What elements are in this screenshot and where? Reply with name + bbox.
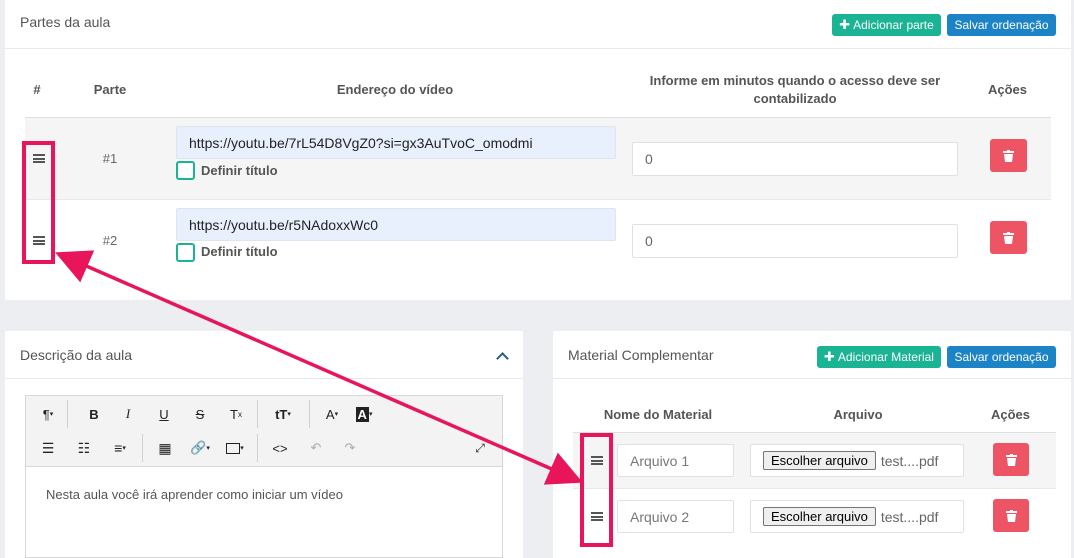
delete-material-button[interactable] bbox=[993, 443, 1029, 476]
delete-material-button[interactable] bbox=[993, 499, 1029, 532]
title-divider bbox=[5, 48, 1071, 49]
numbered-list-icon[interactable]: ☷ bbox=[73, 438, 95, 458]
toolbar-separator bbox=[142, 434, 143, 462]
toolbar-separator bbox=[67, 400, 68, 428]
editor-toolbar: ¶ ▾ B I U S Tx tT ▾ A ▾ A ▾ ☰ ☷ ≡ ▾ ▦ 🔗 ▾ ▾ <>… bbox=[25, 395, 503, 467]
minutes-input[interactable]: 0 bbox=[632, 224, 958, 258]
bold-icon[interactable]: B bbox=[83, 404, 105, 424]
parte-number: #1 bbox=[102, 151, 118, 166]
link-icon[interactable]: 🔗 ▾ bbox=[189, 438, 211, 458]
toolbar-separator bbox=[257, 400, 258, 428]
image-icon[interactable]: ▾ bbox=[224, 438, 246, 458]
drag-handles-highlight-right bbox=[580, 433, 613, 547]
undo-icon[interactable]: ↶ bbox=[305, 438, 327, 458]
file-name: test....pdf bbox=[880, 508, 939, 525]
choose-file-button[interactable]: Escolher arquivo bbox=[763, 451, 876, 470]
trash-icon bbox=[1005, 453, 1017, 466]
col-acoes: Ações bbox=[990, 407, 1031, 422]
row-divider bbox=[25, 199, 1051, 200]
file-name: test....pdf bbox=[880, 452, 939, 469]
col-parte: Parte bbox=[93, 82, 127, 97]
material-name-input[interactable]: Arquivo 2 bbox=[617, 500, 734, 533]
toolbar-separator bbox=[309, 400, 310, 428]
redo-icon[interactable]: ↷ bbox=[339, 438, 361, 458]
italic-icon[interactable]: I bbox=[117, 404, 139, 424]
choose-file-button[interactable]: Escolher arquivo bbox=[763, 507, 876, 526]
define-title-checkbox[interactable] bbox=[176, 161, 195, 180]
trash-icon bbox=[1003, 231, 1014, 244]
video-url-input[interactable]: https://youtu.be/7rL54D8VgZ0?si=gx3AuTvo… bbox=[176, 126, 616, 159]
partes-panel: Partes da aula ✚ Adicionar parte Salvar o… bbox=[5, 0, 1071, 300]
table-icon[interactable]: ▦ bbox=[154, 438, 176, 458]
define-title-label: Definir título bbox=[201, 244, 278, 259]
col-minutos: Informe em minutos quando o acesso deve … bbox=[649, 73, 941, 106]
title-divider bbox=[5, 378, 523, 379]
save-order-material-button[interactable]: Salvar ordenação bbox=[947, 346, 1056, 368]
bullet-list-icon[interactable]: ☰ bbox=[37, 438, 59, 458]
col-arquivo: Arquivo bbox=[833, 407, 883, 422]
material-title: Material Complementar bbox=[568, 347, 714, 363]
text-color-icon[interactable]: A ▾ bbox=[321, 404, 343, 424]
col-nome-material: Nome do Material bbox=[603, 407, 713, 422]
drag-handles-highlight-left bbox=[22, 141, 55, 264]
define-title-label: Definir título bbox=[201, 163, 278, 178]
delete-parte-button[interactable] bbox=[990, 139, 1027, 172]
add-parte-button[interactable]: ✚ Adicionar parte bbox=[832, 14, 941, 36]
file-input[interactable]: Escolher arquivo test....pdf bbox=[750, 500, 964, 533]
material-name-input[interactable]: Arquivo 1 bbox=[617, 444, 734, 477]
collapse-chevron-icon[interactable] bbox=[496, 352, 509, 365]
define-title-checkbox[interactable] bbox=[176, 243, 195, 262]
col-hash: # bbox=[33, 82, 41, 97]
clear-format-icon[interactable]: Tx bbox=[225, 404, 247, 424]
fullscreen-icon[interactable]: ⤢ bbox=[469, 438, 491, 458]
align-icon[interactable]: ≡ ▾ bbox=[109, 438, 131, 458]
add-material-button[interactable]: ✚ Adicionar Material bbox=[817, 346, 941, 368]
minutes-input[interactable]: 0 bbox=[632, 142, 958, 176]
descricao-title: Descrição da aula bbox=[20, 347, 133, 363]
toolbar-separator bbox=[257, 434, 258, 462]
editor-content[interactable]: Nesta aula você irá aprender como inicia… bbox=[25, 467, 503, 558]
row-divider bbox=[573, 488, 1056, 489]
descricao-panel: Descrição da aula ¶ ▾ B I U S Tx tT ▾ A ▾ A… bbox=[5, 331, 523, 558]
highlight-color-icon[interactable]: A ▾ bbox=[353, 404, 375, 424]
plus-icon: ✚ bbox=[839, 17, 851, 32]
parte-number: #2 bbox=[102, 233, 118, 248]
partes-title: Partes da aula bbox=[20, 14, 111, 30]
plus-icon: ✚ bbox=[824, 349, 835, 364]
title-divider bbox=[553, 378, 1071, 379]
video-url-input[interactable]: https://youtu.be/r5NAdoxxWc0 bbox=[176, 208, 616, 241]
file-input[interactable]: Escolher arquivo test....pdf bbox=[750, 444, 964, 477]
strikethrough-icon[interactable]: S bbox=[189, 404, 211, 424]
save-order-partes-button[interactable]: Salvar ordenação bbox=[947, 14, 1056, 36]
trash-icon bbox=[1003, 149, 1014, 162]
underline-icon[interactable]: U bbox=[153, 404, 175, 424]
code-view-icon[interactable]: <> bbox=[269, 438, 291, 458]
col-endereco: Endereço do vídeo bbox=[336, 82, 454, 97]
trash-icon bbox=[1005, 509, 1017, 522]
font-size-icon[interactable]: tT ▾ bbox=[272, 404, 294, 424]
delete-parte-button[interactable] bbox=[990, 221, 1027, 254]
material-panel: Material Complementar ✚ Adicionar Materia… bbox=[553, 331, 1071, 558]
paragraph-icon[interactable]: ¶ ▾ bbox=[37, 404, 59, 424]
col-acoes: Ações bbox=[987, 82, 1028, 97]
